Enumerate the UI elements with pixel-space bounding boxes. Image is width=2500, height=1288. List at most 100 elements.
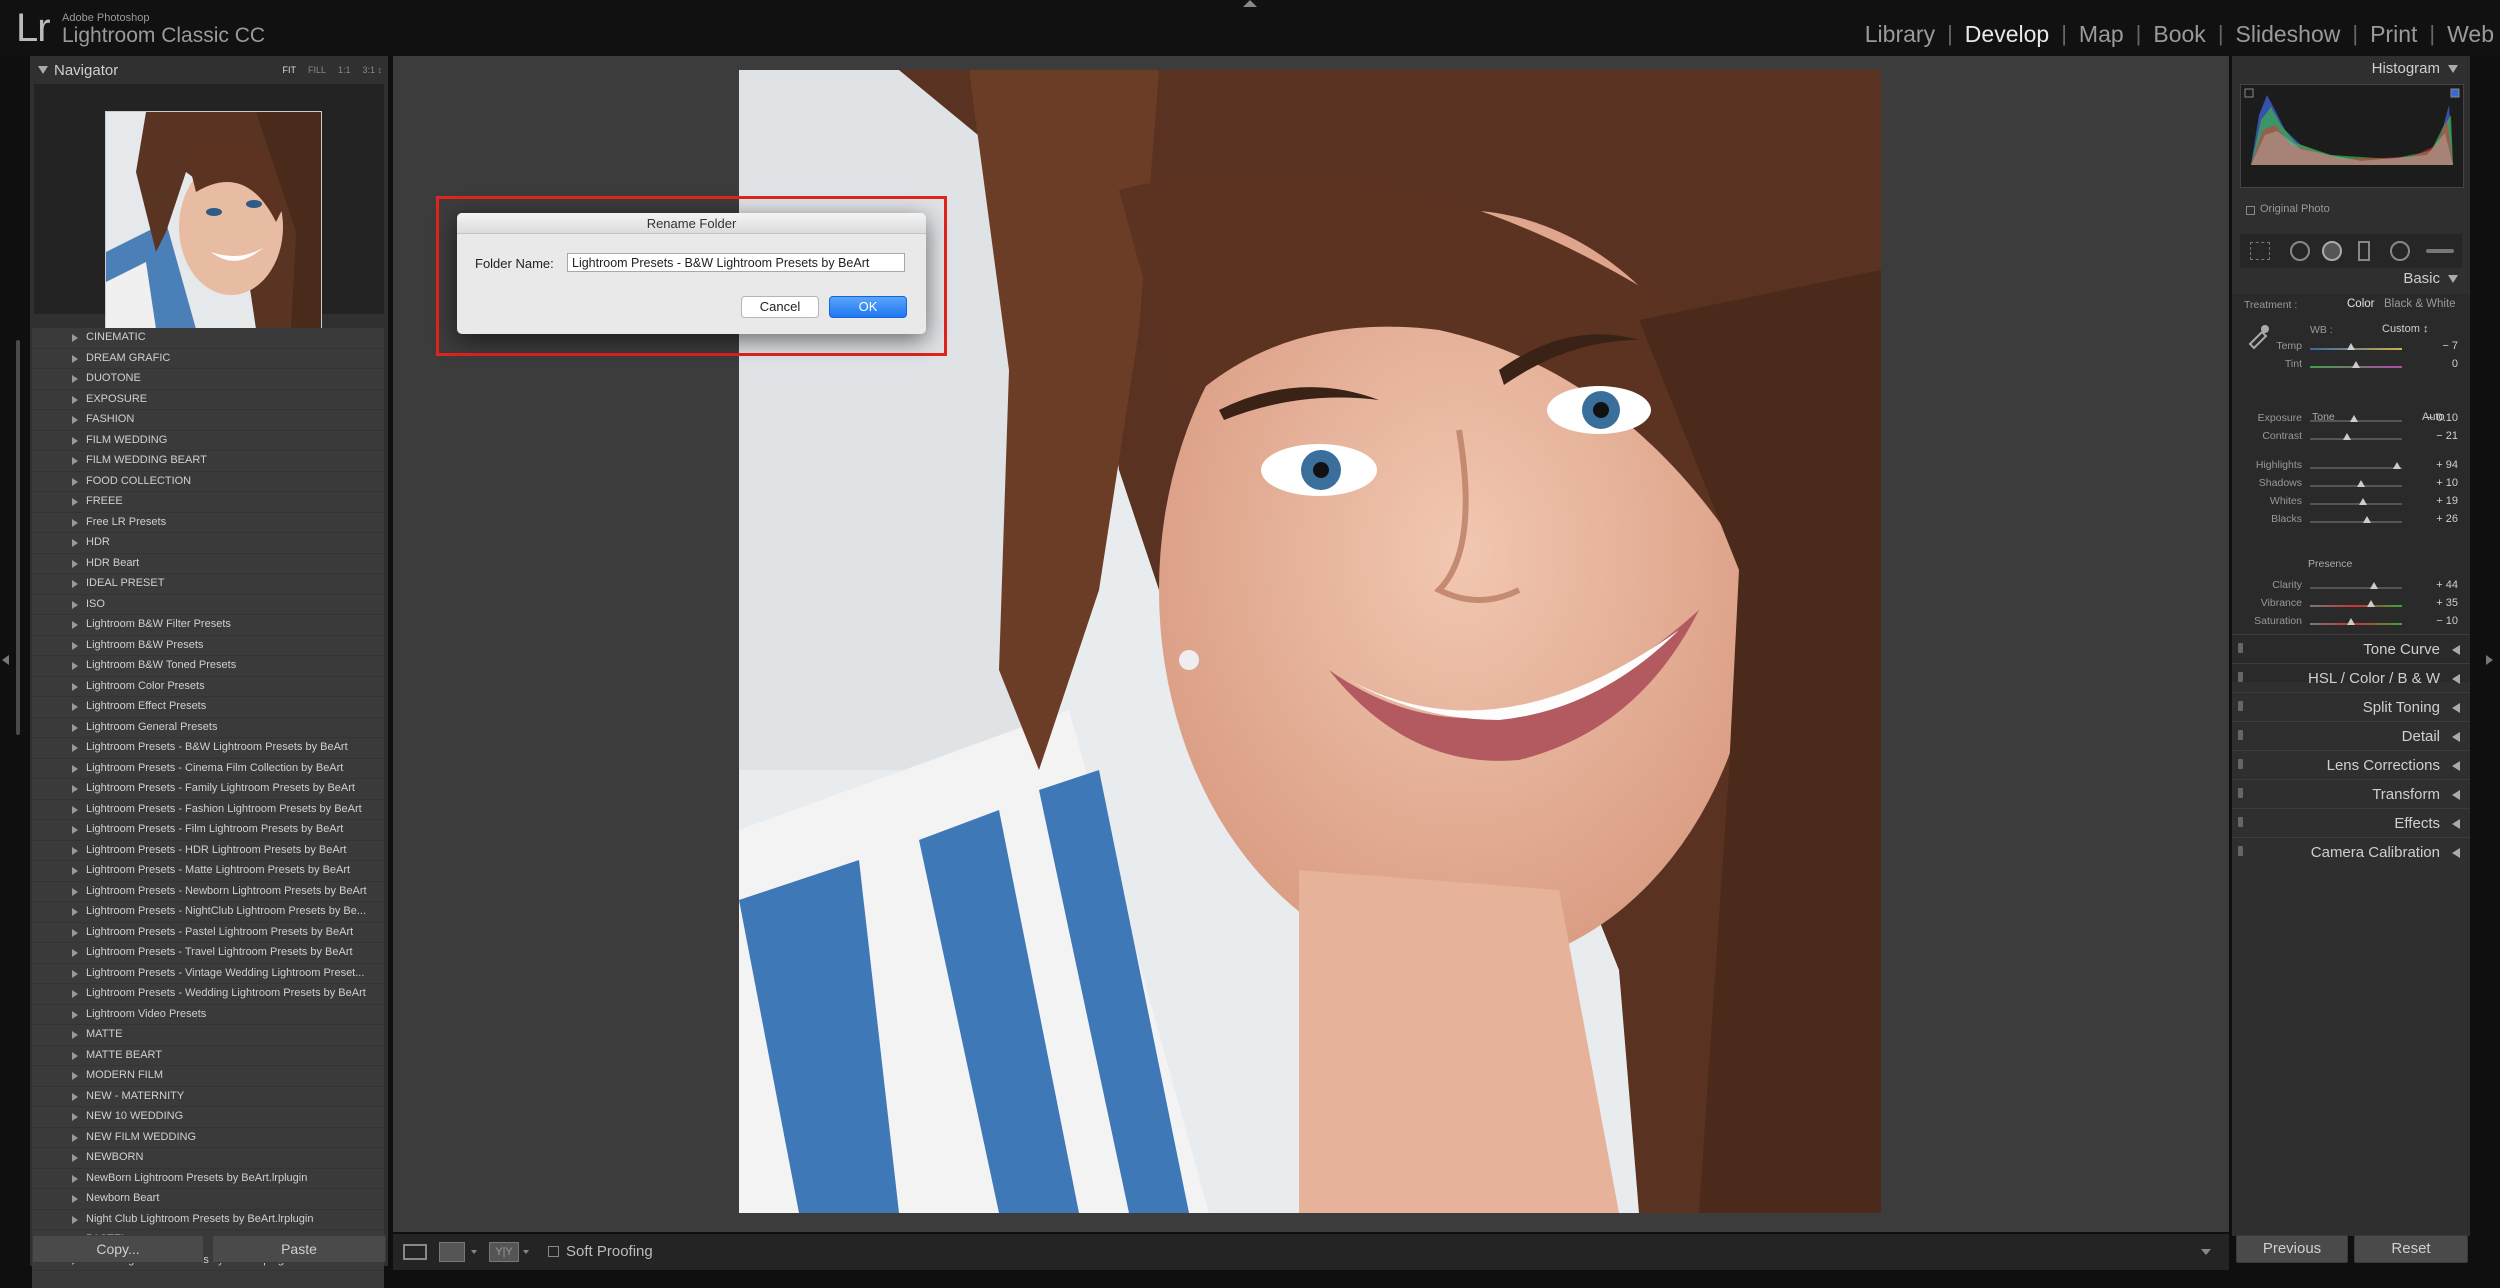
preset-folder-item[interactable]: DUOTONE [32,369,384,390]
expand-triangle-icon[interactable] [72,518,78,527]
preset-folder-item[interactable]: Lightroom B&W Filter Presets [32,615,384,636]
preset-folder-item[interactable]: NEWBORN [32,1148,384,1169]
section-hsl-color-b-w[interactable]: HSL / Color / B & W [2232,663,2470,692]
expand-triangle-icon[interactable] [72,744,78,752]
slider-track[interactable] [2310,618,2402,625]
expand-triangle-icon[interactable] [72,1051,78,1060]
panel-switch-icon[interactable] [2238,730,2243,740]
expand-triangle-icon[interactable] [72,416,78,424]
expand-triangle-icon[interactable] [72,559,78,568]
preset-folder-item[interactable]: Lightroom Presets - Film Lightroom Prese… [32,820,384,841]
preset-folder-item[interactable]: Lightroom General Presets [32,718,384,738]
preset-folder-item[interactable]: NEW 10 WEDDING [32,1107,384,1128]
slider-value[interactable]: 0 [2452,358,2458,370]
preset-folder-item[interactable]: NewBorn Lightroom Presets by BeArt.lrplu… [32,1169,384,1189]
soft-proofing-checkbox[interactable] [548,1246,559,1257]
module-print[interactable]: Print [2370,21,2417,48]
treatment-bw-option[interactable]: Black & White [2384,298,2456,310]
slider-value[interactable]: + 19 [2436,495,2458,507]
preset-folder-item[interactable]: Night Club Lightroom Presets by BeArt.lr… [32,1210,384,1230]
slider-track[interactable] [2310,498,2402,505]
slider-thumb[interactable] [2347,343,2356,350]
module-library[interactable]: Library [1865,21,1935,48]
basic-header[interactable]: Basic [2403,270,2458,287]
expand-triangle-icon[interactable] [72,1092,78,1101]
preset-folder-item[interactable]: Free LR Presets [32,513,384,533]
section-lens-corrections[interactable]: Lens Corrections [2232,750,2470,779]
expand-triangle-icon[interactable] [72,498,78,506]
original-photo-checkbox[interactable] [2246,206,2255,215]
preset-folder-item[interactable]: FASHION [32,410,384,431]
preset-folder-item[interactable]: FOOD COLLECTION [32,472,384,492]
left-panel-scrollbar[interactable] [16,340,20,735]
preset-folder-item[interactable]: NEW - MATERNITY [32,1087,384,1107]
expand-triangle-icon[interactable] [72,1133,78,1142]
section-transform[interactable]: Transform [2232,779,2470,808]
slider-thumb[interactable] [2366,600,2375,607]
expand-triangle-icon[interactable] [72,1010,78,1019]
preset-folder-item[interactable]: FILM WEDDING BEART [32,451,384,472]
slider-thumb[interactable] [2347,618,2356,625]
preset-folder-item[interactable]: Lightroom B&W Toned Presets [32,656,384,677]
expand-triangle-icon[interactable] [72,457,78,465]
slider-value[interactable]: − 10 [2436,615,2458,627]
cancel-button[interactable]: Cancel [741,296,819,318]
module-develop[interactable]: Develop [1965,21,2049,48]
expand-triangle-icon[interactable] [72,846,78,855]
preset-folder-item[interactable]: Lightroom Presets - Pastel Lightroom Pre… [32,923,384,943]
preset-folder-item[interactable]: FILM WEDDING [32,431,384,451]
slider-track[interactable] [2310,600,2402,607]
histogram[interactable] [2240,84,2464,188]
section-effects[interactable]: Effects [2232,808,2470,837]
slider-value[interactable]: − 7 [2442,340,2458,352]
preset-folder-item[interactable]: Lightroom Presets - Newborn Lightroom Pr… [32,882,384,902]
before-after-view-icon[interactable] [439,1242,465,1262]
preset-folder-item[interactable]: Newborn Beart [32,1189,384,1210]
slider-track[interactable] [2310,480,2402,487]
expand-triangle-icon[interactable] [72,887,78,896]
panel-switch-icon[interactable] [2238,788,2243,798]
slider-track[interactable] [2310,433,2402,440]
zoom-option[interactable]: FIT [282,65,296,75]
slider-track[interactable] [2310,415,2402,422]
wb-dropdown[interactable]: Custom ↕ [2382,323,2428,335]
dialog-titlebar[interactable]: Rename Folder [457,213,926,234]
slider-value[interactable]: + 44 [2436,579,2458,591]
expand-triangle-icon[interactable] [72,928,78,937]
expand-triangle-icon[interactable] [72,334,78,342]
preset-folder-item[interactable]: Lightroom Presets - HDR Lightroom Preset… [32,841,384,861]
navigator-preview[interactable] [34,84,384,330]
zoom-option[interactable]: 3:1 ↕ [362,65,382,75]
section-detail[interactable]: Detail [2232,721,2470,750]
right-panel-toggle-icon[interactable] [2486,655,2493,665]
reset-button[interactable]: Reset [2354,1235,2468,1263]
slider-track[interactable] [2310,361,2402,368]
slider-track[interactable] [2310,516,2402,523]
radial-filter-icon[interactable] [2390,241,2410,261]
expand-triangle-icon[interactable] [72,723,78,732]
toolbar-options-icon[interactable] [2201,1249,2211,1255]
histogram-header[interactable]: Histogram [2372,60,2458,77]
preset-folder-item[interactable]: ISO [32,595,384,615]
top-panel-toggle-icon[interactable] [1243,0,1257,7]
panel-switch-icon[interactable] [2238,759,2243,769]
preset-folder-item[interactable]: Lightroom Presets - Travel Lightroom Pre… [32,943,384,964]
panel-switch-icon[interactable] [2238,817,2243,827]
expand-triangle-icon[interactable] [72,600,78,609]
preset-folder-item[interactable]: FREEE [32,492,384,513]
treatment-color-option[interactable]: Color [2347,298,2374,310]
preset-folder-item[interactable]: Lightroom Presets - Cinema Film Collecti… [32,759,384,779]
slider-value[interactable]: − 0.10 [2427,412,2458,424]
crop-tool-icon[interactable] [2250,242,2270,260]
preset-folder-item[interactable]: MODERN FILM [32,1066,384,1087]
expand-triangle-icon[interactable] [72,908,78,916]
paste-button[interactable]: Paste [212,1235,386,1263]
preset-folder-item[interactable]: NEW FILM WEDDING [32,1128,384,1148]
slider-thumb[interactable] [2363,516,2372,523]
compare-view-icon[interactable]: Y|Y [489,1242,519,1262]
expand-triangle-icon[interactable] [72,1215,78,1224]
chevron-down-icon[interactable] [471,1250,477,1254]
preset-folder-item[interactable]: MATTE [32,1025,384,1046]
expand-triangle-icon[interactable] [72,990,78,998]
expand-triangle-icon[interactable] [72,969,78,978]
